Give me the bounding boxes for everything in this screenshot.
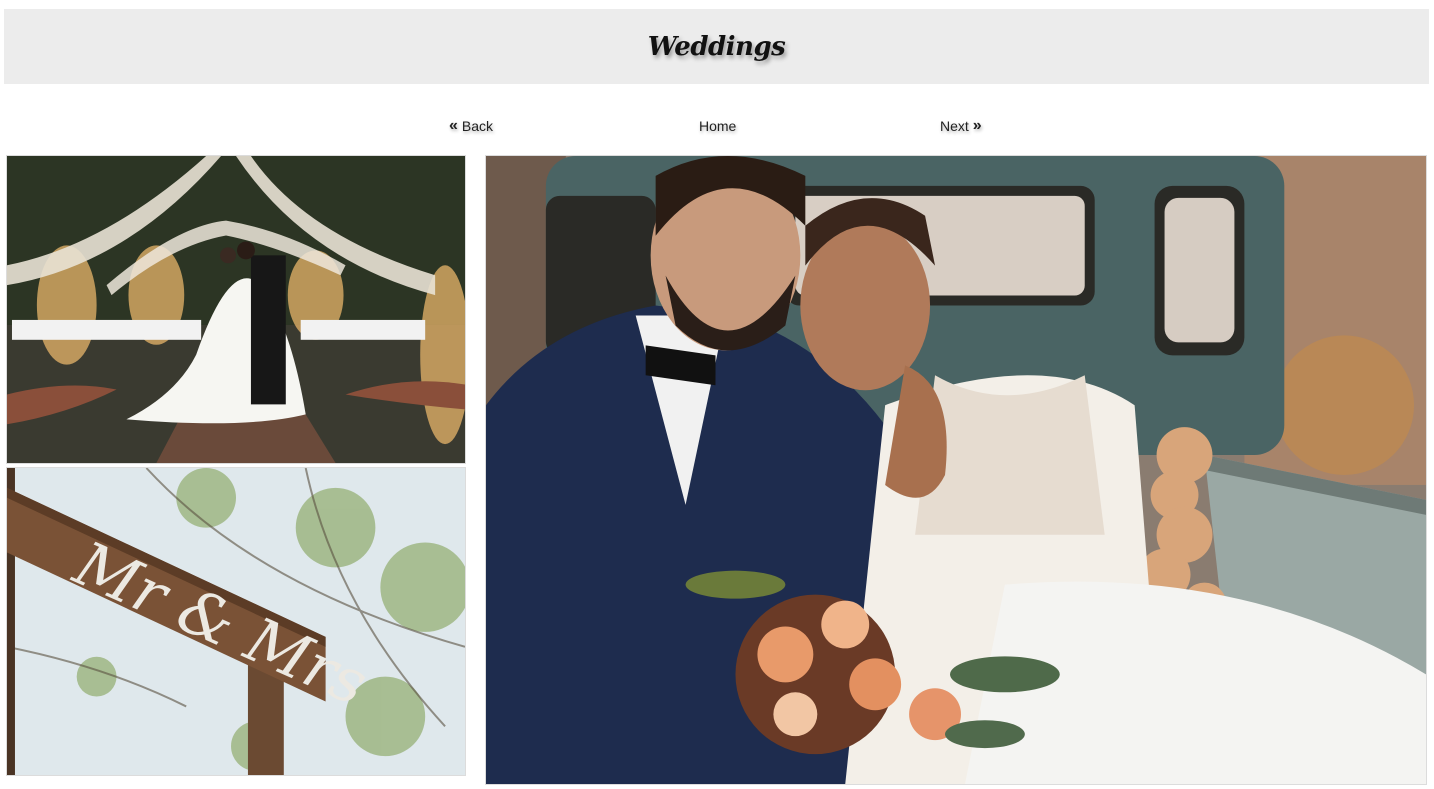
ceremony-canopy-image [7,156,465,463]
double-chevron-left-icon: « [449,117,458,134]
back-label: Back [461,118,494,134]
mr-mrs-sign-image: Mr & Mrs [7,468,465,775]
next-label: Next [940,118,969,134]
photo-ceremony-canopy[interactable] [6,155,466,464]
next-link[interactable]: Next » [940,117,982,135]
photo-mr-mrs-sign[interactable]: Mr & Mrs [6,467,466,776]
page-title: Weddings [647,31,786,62]
page-header: Weddings [4,9,1429,84]
home-label: Home [699,118,737,134]
back-link[interactable]: « Back [449,117,494,135]
couple-truck-image [486,156,1426,784]
home-link[interactable]: Home [699,118,736,134]
gallery-nav: « Back Home Next » [0,118,1434,140]
photo-couple-truck[interactable] [485,155,1427,785]
double-chevron-right-icon: » [972,117,982,134]
